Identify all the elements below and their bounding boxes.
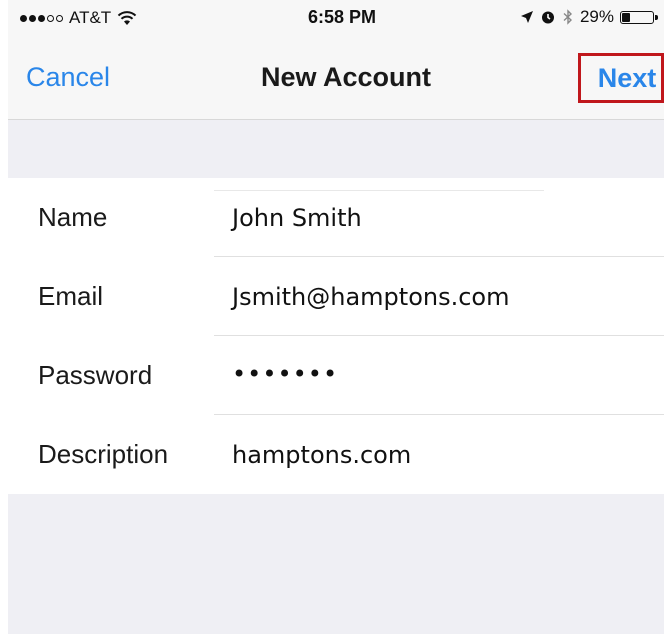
email-row[interactable]: Email Jsmith@hamptons.com — [8, 257, 664, 336]
description-field[interactable]: hamptons.com — [232, 441, 411, 469]
form-footer-area — [8, 494, 664, 634]
location-arrow-icon — [520, 11, 533, 23]
password-label: Password — [38, 360, 153, 390]
password-row[interactable]: Password ••••••• — [8, 336, 664, 415]
battery-level-fill — [622, 12, 630, 22]
page-title: New Account — [260, 62, 431, 92]
signal-strength-icon — [20, 14, 63, 22]
section-header-spacer — [8, 120, 664, 178]
bluetooth-icon — [563, 9, 572, 25]
screen: AT&T 6:58 PM 29% Cancel New Account Next… — [0, 0, 664, 634]
password-field[interactable]: ••••••• — [232, 360, 338, 388]
battery-tip — [655, 14, 658, 20]
navigation-bar: Cancel New Account Next — [8, 34, 664, 120]
status-bar: AT&T 6:58 PM 29% — [8, 0, 664, 34]
screen-edge — [0, 0, 8, 634]
battery-icon — [620, 10, 658, 24]
account-form: Name John Smith Email Jsmith@hamptons.co… — [8, 178, 664, 494]
email-label: Email — [38, 281, 104, 311]
email-field[interactable]: Jsmith@hamptons.com — [232, 283, 509, 311]
status-time: 6:58 PM — [308, 7, 377, 27]
carrier-label: AT&T — [69, 8, 112, 27]
status-bar-left: AT&T — [20, 8, 137, 28]
next-button[interactable]: Next — [578, 53, 664, 103]
description-row[interactable]: Description hamptons.com — [8, 415, 664, 494]
name-label: Name — [38, 202, 108, 232]
wifi-icon — [117, 11, 137, 25]
next-button-label: Next — [597, 62, 657, 93]
name-field[interactable]: John Smith — [232, 204, 362, 232]
alarm-icon — [541, 11, 554, 24]
battery-percent: 29% — [579, 7, 614, 26]
name-row[interactable]: Name John Smith — [8, 178, 664, 257]
status-bar-right: 29% — [520, 7, 658, 27]
description-label: Description — [38, 439, 169, 469]
